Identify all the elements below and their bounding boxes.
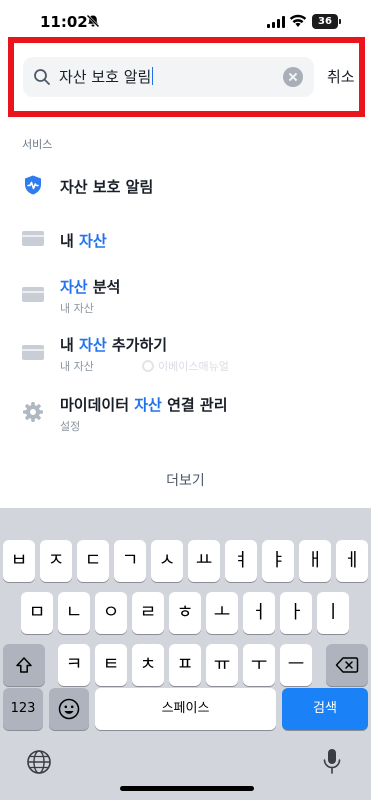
result-title: 내 자산 xyxy=(60,232,107,250)
key[interactable]: ㅂ xyxy=(3,540,35,582)
result-subtitle: 내 자산 xyxy=(60,302,94,315)
result-title: 자산 분석 xyxy=(60,278,121,296)
battery-icon: 36 xyxy=(312,14,338,29)
key[interactable]: ㅛ xyxy=(188,540,220,582)
key[interactable]: ㅡ xyxy=(280,644,312,686)
key[interactable]: ㄷ xyxy=(77,540,109,582)
key[interactable]: ㅎ xyxy=(169,592,201,634)
result-title: 내 자산 추가하기 xyxy=(60,336,168,354)
shield-icon xyxy=(25,175,41,195)
keyboard: ㅂ ㅈ ㄷ ㄱ ㅅ ㅛ ㅕ ㅑ ㅐ ㅔ ㅁ ㄴ ㅇ ㄹ ㅎ ㅗ ㅓ ㅏ ㅣ ㅋ … xyxy=(0,508,371,800)
key[interactable]: ㅈ xyxy=(40,540,72,582)
search-key[interactable]: 검색 xyxy=(282,688,368,730)
key[interactable]: ㅋ xyxy=(58,644,90,686)
key[interactable]: ㅔ xyxy=(336,540,368,582)
key[interactable]: ㅣ xyxy=(317,592,349,634)
battery-cap xyxy=(339,19,341,24)
key[interactable]: ㅅ xyxy=(151,540,183,582)
result-mydata-connection[interactable]: 마이데이터 자산 연결 관리 설정 xyxy=(0,392,371,436)
globe-icon[interactable] xyxy=(26,749,52,775)
result-asset-protection-alert[interactable]: 자산 보호 알림 xyxy=(0,170,371,204)
shift-icon xyxy=(16,657,32,673)
result-my-assets[interactable]: 내 자산 xyxy=(0,225,371,259)
bell-off-icon xyxy=(86,14,100,28)
space-key[interactable]: 스페이스 xyxy=(95,688,276,730)
card-icon xyxy=(22,231,44,253)
card-icon xyxy=(22,345,44,367)
shift-key[interactable] xyxy=(3,644,45,686)
key[interactable]: ㄹ xyxy=(132,592,164,634)
key[interactable]: ㅓ xyxy=(243,592,275,634)
delete-key[interactable] xyxy=(326,644,368,686)
result-asset-analysis[interactable]: 자산 분석 내 자산 xyxy=(0,274,371,318)
key[interactable]: ㅍ xyxy=(169,644,201,686)
card-icon xyxy=(22,287,44,309)
status-time: 11:02 xyxy=(40,13,88,31)
numbers-key[interactable]: 123 xyxy=(3,688,43,730)
key[interactable]: ㅜ xyxy=(243,644,275,686)
key[interactable]: ㅑ xyxy=(262,540,294,582)
result-title: 자산 보호 알림 xyxy=(60,178,154,196)
key[interactable]: ㅏ xyxy=(280,592,312,634)
key[interactable]: ㅇ xyxy=(95,592,127,634)
key[interactable]: ㅠ xyxy=(206,644,238,686)
key[interactable]: ㄴ xyxy=(58,592,90,634)
result-subtitle: 설정 xyxy=(60,420,81,433)
key[interactable]: ㅕ xyxy=(225,540,257,582)
watermark: 이베이스매뉴얼 xyxy=(142,358,229,374)
delete-icon xyxy=(335,657,359,673)
key[interactable]: ㄱ xyxy=(114,540,146,582)
microphone-icon[interactable] xyxy=(322,748,342,776)
key[interactable]: ㅗ xyxy=(206,592,238,634)
key[interactable]: ㅐ xyxy=(299,540,331,582)
emoji-icon xyxy=(58,698,80,720)
home-indicator xyxy=(120,786,254,791)
wifi-icon xyxy=(289,14,307,27)
signal-icon xyxy=(267,16,285,28)
result-title: 마이데이터 자산 연결 관리 xyxy=(60,396,228,414)
section-label: 서비스 xyxy=(22,138,53,151)
highlight-box xyxy=(8,37,365,117)
gear-icon xyxy=(23,402,43,422)
key[interactable]: ㅊ xyxy=(132,644,164,686)
more-button[interactable]: 더보기 xyxy=(0,470,371,490)
emoji-key[interactable] xyxy=(49,688,89,730)
key[interactable]: ㅌ xyxy=(95,644,127,686)
result-subtitle: 내 자산 xyxy=(60,360,94,373)
key[interactable]: ㅁ xyxy=(21,592,53,634)
